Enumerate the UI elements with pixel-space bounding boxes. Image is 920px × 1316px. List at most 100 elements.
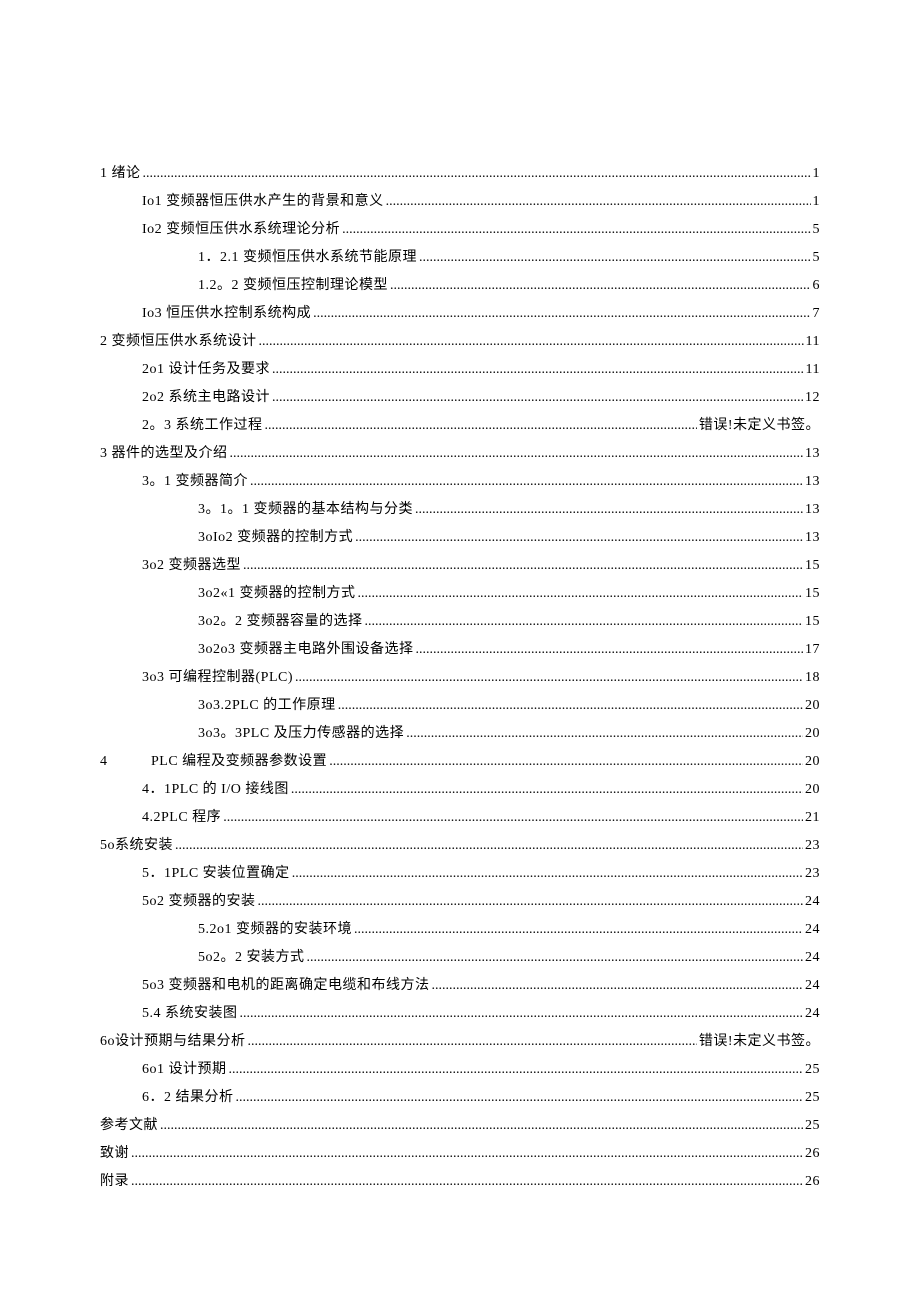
toc-entry-page: 25 bbox=[805, 1056, 820, 1084]
toc-dot-leader bbox=[430, 972, 806, 1000]
toc-dot-leader bbox=[404, 720, 805, 748]
toc-dot-leader bbox=[417, 244, 813, 272]
toc-entry: 6o设计预期与结果分析错误!未定义书签。 bbox=[100, 1028, 820, 1056]
toc-dot-leader bbox=[388, 272, 813, 300]
toc-entry: 1.2。2 变频恒压控制理论模型 6 bbox=[100, 272, 820, 300]
toc-entry: 2。3 系统工作过程 错误!未定义书签。 bbox=[100, 412, 820, 440]
toc-entry-page: 17 bbox=[805, 636, 820, 664]
toc-dot-leader bbox=[238, 1000, 806, 1028]
toc-entry-label: 3。1。1 变频器的基本结构与分类 bbox=[198, 496, 413, 524]
toc-entry-page: 11 bbox=[806, 328, 820, 356]
toc-entry: 3。1。1 变频器的基本结构与分类 13 bbox=[100, 496, 820, 524]
toc-entry: Io1 变频器恒压供水产生的背景和意义1 bbox=[100, 188, 820, 216]
toc-entry: 3 器件的选型及介绍 13 bbox=[100, 440, 820, 468]
toc-entry-page: 24 bbox=[805, 1000, 820, 1028]
toc-entry: 5o3 变频器和电机的距离确定电缆和布线方法24 bbox=[100, 972, 820, 1000]
toc-entry: 3o2。2 变频器容量的选择15 bbox=[100, 608, 820, 636]
toc-entry-label: Io3 恒压供水控制系统构成 bbox=[142, 300, 311, 328]
toc-entry-label: 4．1PLC 的 I/O 接线图 bbox=[142, 776, 289, 804]
toc-entry-label: 1.2。2 变频恒压控制理论模型 bbox=[198, 272, 388, 300]
toc-entry: 2 变频恒压供水系统设计 11 bbox=[100, 328, 820, 356]
toc-entry: 1 绪论1 bbox=[100, 160, 820, 188]
toc-entry-page: 20 bbox=[805, 692, 820, 720]
toc-dot-leader bbox=[129, 1168, 805, 1196]
toc-dot-leader bbox=[353, 524, 805, 552]
toc-dot-leader bbox=[248, 468, 805, 496]
toc-entry-label: 5.2o1 变频器的安装环境 bbox=[198, 916, 352, 944]
document-page: 1 绪论1Io1 变频器恒压供水产生的背景和意义1Io2 变频恒压供水系统理论分… bbox=[0, 0, 920, 1316]
toc-entry-page: 7 bbox=[813, 300, 821, 328]
toc-entry-page: 13 bbox=[805, 440, 820, 468]
toc-entry-label: 3o3.2PLC 的工作原理 bbox=[198, 692, 336, 720]
toc-entry-label: 6o1 设计预期 bbox=[142, 1056, 227, 1084]
toc-entry-page: 23 bbox=[805, 860, 820, 888]
toc-entry-label: 6．2 结果分析 bbox=[142, 1084, 234, 1112]
toc-entry-label: 3o3 可编程控制器(PLC) bbox=[142, 664, 293, 692]
toc-entry-label: 参考文献 bbox=[100, 1112, 158, 1140]
toc-entry-page: 24 bbox=[805, 944, 820, 972]
toc-entry: 3o2o3 变频器主电路外围设备选择 17 bbox=[100, 636, 820, 664]
toc-entry: 3o2 变频器选型15 bbox=[100, 552, 820, 580]
toc-entry-page: 5 bbox=[813, 216, 821, 244]
toc-entry: 5o2。2 安装方式 24 bbox=[100, 944, 820, 972]
toc-dot-leader bbox=[340, 216, 812, 244]
toc-entry-page: 15 bbox=[805, 580, 820, 608]
toc-dot-leader bbox=[270, 356, 806, 384]
toc-entry-label: 3 器件的选型及介绍 bbox=[100, 440, 228, 468]
toc-entry-label: 5o2 变频器的安装 bbox=[142, 888, 256, 916]
toc-entry-label: 6o设计预期与结果分析 bbox=[100, 1028, 246, 1056]
toc-entry: 3oIo2 变频器的控制方式13 bbox=[100, 524, 820, 552]
toc-entry-label: Io2 变频恒压供水系统理论分析 bbox=[142, 216, 340, 244]
toc-entry-label: 4.2PLC 程序 bbox=[142, 804, 221, 832]
toc-entry-page: 5 bbox=[813, 244, 821, 272]
toc-entry: 5o2 变频器的安装 24 bbox=[100, 888, 820, 916]
toc-entry: 3o3.2PLC 的工作原理 20 bbox=[100, 692, 820, 720]
toc-entry-page: 13 bbox=[805, 496, 820, 524]
toc-dot-leader bbox=[173, 832, 805, 860]
toc-dot-leader bbox=[141, 160, 813, 188]
toc-entry-label: 3o2 变频器选型 bbox=[142, 552, 241, 580]
toc-dot-leader bbox=[305, 944, 806, 972]
toc-entry-page: 25 bbox=[805, 1112, 820, 1140]
toc-entry-page: 1 bbox=[813, 188, 821, 216]
toc-dot-leader bbox=[336, 692, 805, 720]
toc-entry-page: 11 bbox=[806, 356, 820, 384]
toc-entry-page: 20 bbox=[805, 720, 820, 748]
toc-entry-page: 24 bbox=[805, 888, 820, 916]
toc-entry: 参考文献 25 bbox=[100, 1112, 820, 1140]
toc-entry-page: 6 bbox=[813, 272, 821, 300]
toc-entry: 3o3。3PLC 及压力传感器的选择20 bbox=[100, 720, 820, 748]
toc-entry-label: 3o2«1 变频器的控制方式 bbox=[198, 580, 356, 608]
toc-entry: 5.2o1 变频器的安装环境24 bbox=[100, 916, 820, 944]
toc-entry-page: 错误!未定义书签。 bbox=[699, 412, 820, 440]
toc-entry-page: 26 bbox=[805, 1140, 820, 1168]
toc-dot-leader bbox=[293, 664, 805, 692]
toc-entry: 6o1 设计预期 25 bbox=[100, 1056, 820, 1084]
toc-entry: 2o1 设计任务及要求11 bbox=[100, 356, 820, 384]
toc-entry: 5o系统安装 23 bbox=[100, 832, 820, 860]
toc-entry-label: 5o系统安装 bbox=[100, 832, 173, 860]
toc-dot-leader bbox=[352, 916, 805, 944]
toc-entry: 3。1 变频器简介13 bbox=[100, 468, 820, 496]
toc-entry-label: 1．2.1 变频恒压供水系统节能原理 bbox=[198, 244, 417, 272]
toc-entry: 6．2 结果分析 25 bbox=[100, 1084, 820, 1112]
toc-entry-label: 5o2。2 安装方式 bbox=[198, 944, 305, 972]
toc-dot-leader bbox=[241, 552, 805, 580]
toc-entry-page: 25 bbox=[805, 1084, 820, 1112]
toc-entry: Io2 变频恒压供水系统理论分析 5 bbox=[100, 216, 820, 244]
toc-entry: 5．1PLC 安装位置确定23 bbox=[100, 860, 820, 888]
toc-dot-leader bbox=[246, 1028, 699, 1056]
toc-entry-page: 26 bbox=[805, 1168, 820, 1196]
toc-entry-page: 13 bbox=[805, 524, 820, 552]
toc-entry-page: 18 bbox=[805, 664, 820, 692]
toc-entry-label: 2 变频恒压供水系统设计 bbox=[100, 328, 257, 356]
toc-entry-page: 20 bbox=[805, 748, 820, 776]
toc-dot-leader bbox=[228, 440, 806, 468]
toc-entry: 5.4 系统安装图24 bbox=[100, 1000, 820, 1028]
toc-entry: Io3 恒压供水控制系统构成 7 bbox=[100, 300, 820, 328]
toc-entry-label: 2。3 系统工作过程 bbox=[142, 412, 263, 440]
toc-entry-page: 23 bbox=[805, 832, 820, 860]
toc-entry: 4 PLC 编程及变频器参数设置20 bbox=[100, 748, 820, 776]
toc-entry-label: 3o2o3 变频器主电路外围设备选择 bbox=[198, 636, 414, 664]
toc-dot-leader bbox=[384, 188, 813, 216]
